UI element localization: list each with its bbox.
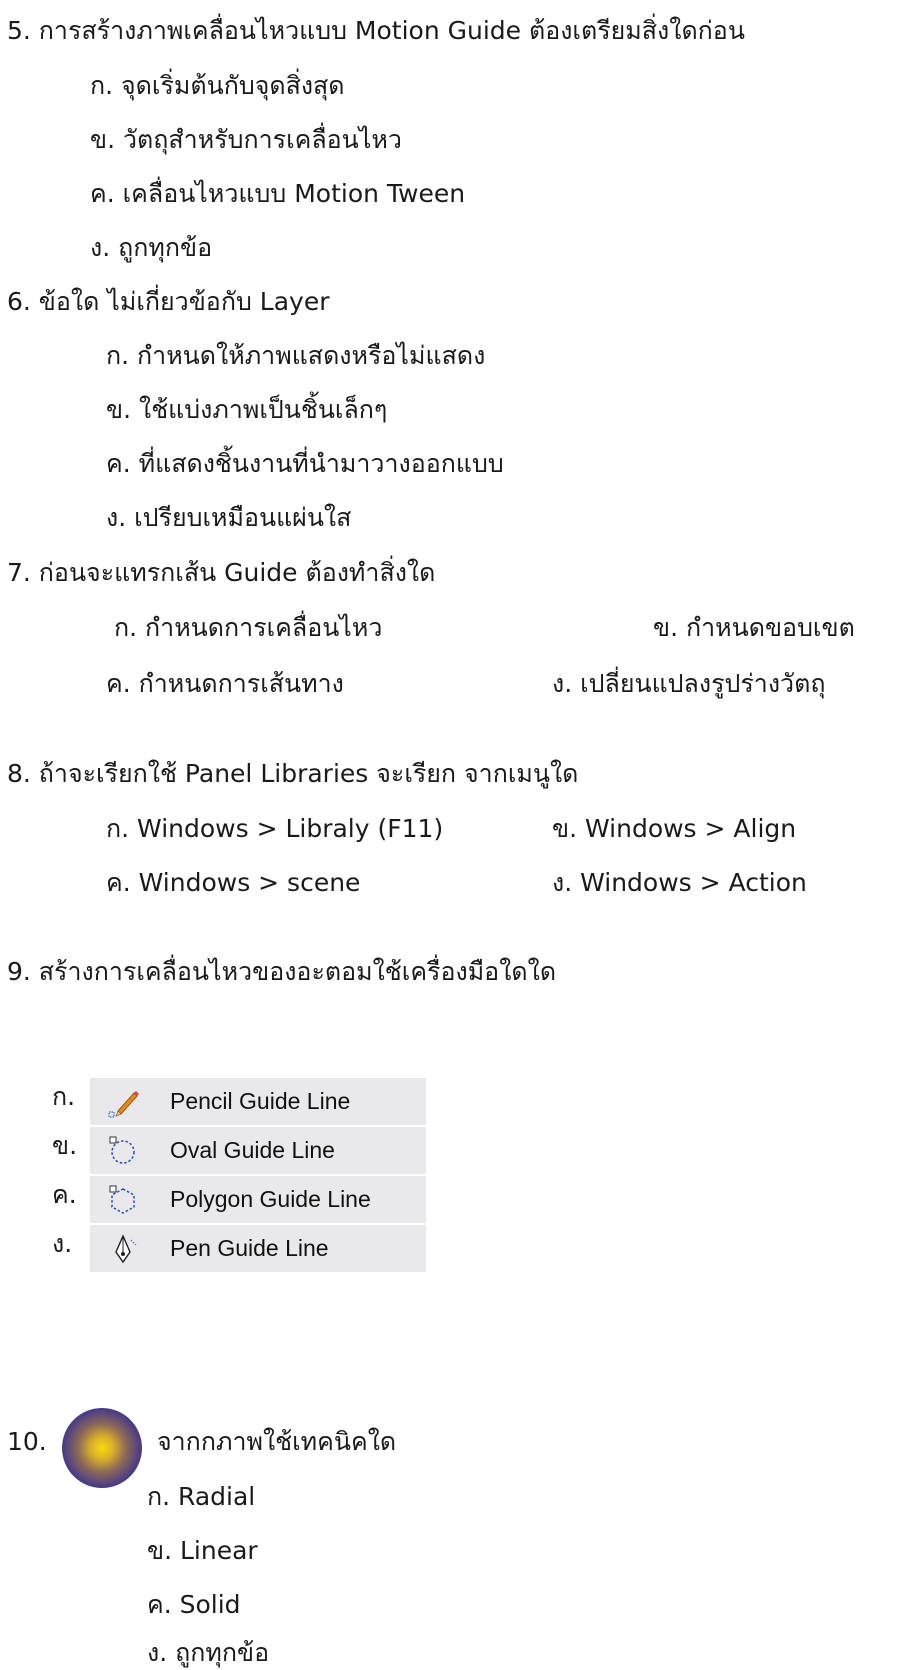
q7-question: 7. ก่อนจะแทรกเส้น Guide ต้องทำสิ่งใด: [7, 558, 436, 587]
q10-option-b: ข. Linear: [147, 1536, 258, 1565]
q10-number: 10.: [7, 1427, 47, 1456]
q10-option-a: ก. Radial: [147, 1482, 256, 1511]
pen-guide-line-tool: Pen Guide Line: [90, 1225, 426, 1272]
q6-option-b: ข. ใช้แบ่งภาพเป็นชิ้นเล็กๆ: [106, 395, 388, 424]
pencil-guide-line-label: Pencil Guide Line: [170, 1088, 351, 1114]
q9-question: 9. สร้างการเคลื่อนไหวของอะตอมใช้เครื่องม…: [7, 957, 557, 986]
q7-option-c: ค. กำหนดการเส้นทาง: [106, 669, 344, 698]
q9-marker-b: ข.: [52, 1131, 78, 1160]
q6-option-d: ง. เปรียบเหมือนแผ่นใส: [106, 503, 352, 532]
radial-gradient-ball-image: [62, 1408, 142, 1488]
q8-option-c: ค. Windows > scene: [106, 868, 361, 897]
q7-option-b: ข. กำหนดขอบเขต: [653, 613, 855, 642]
polygon-guide-line-tool: Polygon Guide Line: [90, 1176, 426, 1223]
pencil-icon: [108, 1091, 139, 1118]
q10-option-d: ง. ถูกทุกข้อ: [147, 1638, 270, 1667]
q8-option-a: ก. Windows > Libraly (F11): [106, 814, 444, 843]
q10-option-c: ค. Solid: [147, 1590, 241, 1619]
pen-icon: [115, 1234, 137, 1264]
oval-icon: [109, 1136, 135, 1164]
q9-marker-d: ง.: [52, 1229, 73, 1258]
oval-guide-line-tool: Oval Guide Line: [90, 1127, 426, 1174]
polygon-icon: [109, 1185, 135, 1214]
q5-option-b: ข. วัตถุสำหรับการเคลื่อนไหว: [90, 125, 402, 154]
q5-question: 5. การสร้างภาพเคลื่อนไหวแบบ Motion Guide…: [7, 16, 745, 45]
q5-option-c: ค. เคลื่อนไหวแบบ Motion Tween: [90, 179, 466, 208]
q8-question: 8. ถ้าจะเรียกใช้ Panel Libraries จะเรียก…: [7, 759, 579, 788]
q5-option-a: ก. จุดเริ่มต้นกับจุดสิ่งสุด: [90, 71, 345, 100]
q7-option-d: ง. เปลี่ยนแปลงรูปร่างวัตถุ: [552, 669, 826, 698]
q9-marker-a: ก.: [52, 1082, 76, 1111]
q10-question: จากกภาพใช้เทคนิคใด: [157, 1427, 397, 1456]
q6-option-c: ค. ที่แสดงชิ้นงานที่นำมาวางออกแบบ: [106, 449, 504, 478]
q9-marker-c: ค.: [52, 1180, 77, 1209]
q8-option-d: ง. Windows > Action: [552, 868, 807, 897]
q6-question: 6. ข้อใด ไม่เกี่ยวข้อกับ Layer: [7, 287, 330, 316]
q7-option-a: ก. กำหนดการเคลื่อนไหว: [114, 613, 383, 642]
oval-guide-line-label: Oval Guide Line: [170, 1137, 335, 1163]
q8-option-b: ข. Windows > Align: [552, 814, 797, 843]
q5-option-d: ง. ถูกทุกข้อ: [90, 233, 213, 262]
polygon-guide-line-label: Polygon Guide Line: [170, 1186, 371, 1212]
q6-option-a: ก. กำหนดให้ภาพแสดงหรือไม่แสดง: [106, 341, 486, 370]
pencil-guide-line-tool: Pencil Guide Line: [90, 1078, 426, 1125]
pen-guide-line-label: Pen Guide Line: [170, 1235, 329, 1261]
